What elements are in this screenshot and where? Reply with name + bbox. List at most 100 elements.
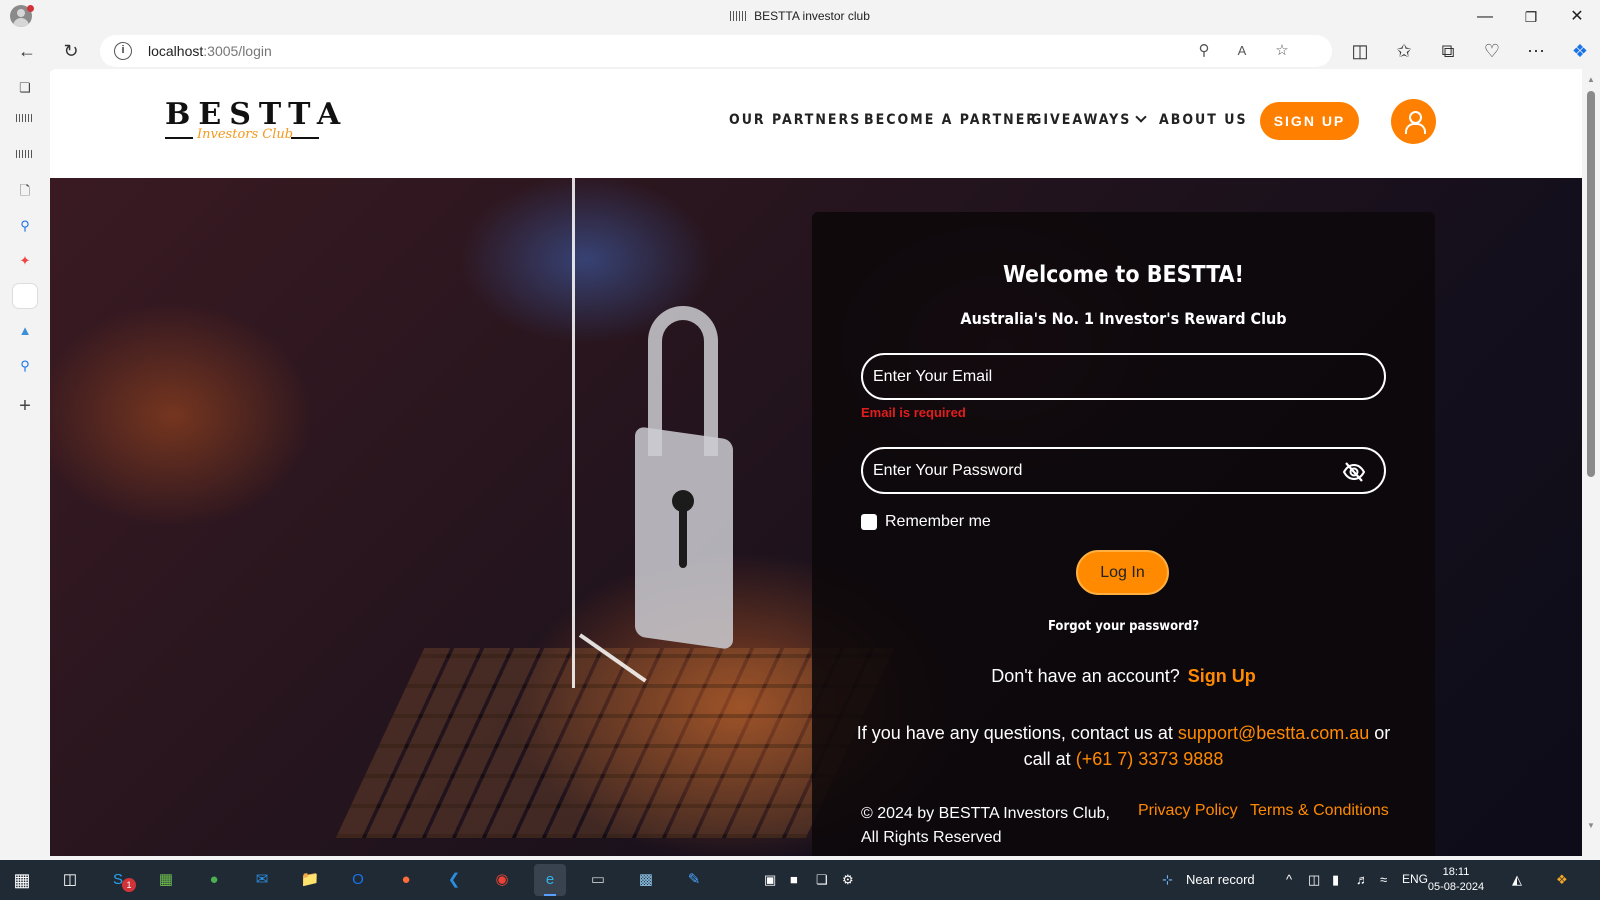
no-account-line: Don't have an account? Sign Up	[812, 666, 1435, 687]
scroll-down-arrow-icon[interactable]: ▼	[1586, 821, 1596, 830]
camera-tray-icon[interactable]: ▣	[764, 872, 776, 888]
tab-figma-icon[interactable]: ✦	[13, 249, 37, 273]
tab-bestta-active-icon[interactable]	[13, 284, 37, 308]
outlook-icon[interactable]: O	[342, 864, 374, 896]
hero-background: Welcome to BESTTA! Australia's No. 1 Inv…	[50, 178, 1582, 856]
new-tab-plus-icon[interactable]: +	[13, 394, 37, 418]
weather-thermometer-icon[interactable]: ⊹	[1162, 872, 1173, 888]
clock-time: 18:11	[1442, 866, 1470, 878]
nav-giveaways-label: GIVEAWAYS	[1031, 112, 1132, 128]
volume-icon[interactable]: ♬	[1356, 872, 1369, 887]
postman-icon[interactable]: ●	[390, 864, 422, 896]
meet-tray-icon[interactable]: ◫	[1308, 872, 1320, 888]
password-key-icon[interactable]: ⚲	[1192, 39, 1216, 63]
nav-become-partner[interactable]: BECOME A PARTNER	[864, 112, 1038, 128]
edge-icon[interactable]: e	[534, 864, 566, 896]
video-tray-icon[interactable]: ■	[790, 872, 798, 887]
email-placeholder: Enter Your Email	[873, 368, 993, 385]
show-hidden-icons-chevron-icon[interactable]: ^	[1286, 872, 1292, 887]
copilot-icon[interactable]: ❖	[1566, 37, 1594, 65]
support-phone-link[interactable]: (+61 7) 3373 9888	[1076, 749, 1224, 769]
sheets-app-icon[interactable]: ▦	[150, 864, 182, 896]
padlock-keyhole-slot	[679, 506, 687, 568]
tab-document-icon[interactable]: 🗋	[13, 179, 37, 203]
logo-rule-right	[291, 137, 319, 139]
notes-app-icon[interactable]: ▩	[630, 864, 662, 896]
terms-link[interactable]: Terms & Conditions	[1250, 802, 1389, 820]
tab-bestta-icon[interactable]	[16, 114, 34, 122]
remember-me-label[interactable]: Remember me	[885, 513, 991, 531]
back-arrow-icon[interactable]: ←	[13, 37, 41, 65]
nav-about-us[interactable]: ABOUT US	[1159, 112, 1248, 128]
url-text[interactable]: localhost:3005/login	[148, 43, 272, 59]
tab-search-icon[interactable]: ⚲	[13, 214, 37, 238]
notifications-icon[interactable]: ◭	[1512, 872, 1522, 888]
tab-app-icon[interactable]: ▲	[13, 319, 37, 343]
more-menu-icon[interactable]: ⋯	[1522, 37, 1550, 65]
nav-giveaways[interactable]: GIVEAWAYS	[1031, 111, 1148, 128]
start-windows-icon[interactable]: ▦	[6, 864, 38, 896]
settings-gear-icon[interactable]: ⚙	[842, 872, 854, 888]
chrome-icon[interactable]: ◉	[486, 864, 518, 896]
browser-toolbar: ← ↻ i localhost:3005/login ⚲ A ☆ ◫ ✩ ⧉ ♡…	[0, 33, 1600, 69]
support-email-link[interactable]: support@bestta.com.au	[1178, 723, 1369, 743]
skype-badge: 1	[122, 878, 136, 892]
mongodb-icon[interactable]: ●	[198, 864, 230, 896]
url-host: localhost	[148, 43, 204, 59]
page-viewport: BESTTA Investors Club OUR PARTNERS BECOM…	[50, 69, 1582, 856]
login-button[interactable]: Log In	[1076, 550, 1169, 595]
address-bar[interactable]: i localhost:3005/login ⚲ A ☆	[100, 35, 1332, 67]
wifi-icon[interactable]: ≈	[1380, 872, 1387, 887]
signup-link[interactable]: Sign Up	[1188, 666, 1256, 686]
user-account-icon[interactable]	[1391, 99, 1436, 144]
site-favicon-icon	[730, 11, 747, 21]
favorites-icon[interactable]: ✩	[1390, 37, 1418, 65]
terminal-icon[interactable]: ▭	[582, 864, 614, 896]
contact-prefix: If you have any questions, contact us at	[856, 723, 1173, 743]
copyright-text: © 2024 by BESTTA Investors Club, All Rig…	[861, 805, 1110, 846]
weather-text[interactable]: Near record	[1186, 872, 1255, 887]
split-screen-icon[interactable]: ◫	[1346, 37, 1374, 65]
remember-me-checkbox[interactable]	[861, 514, 877, 530]
hide-password-eye-icon[interactable]	[1342, 460, 1366, 484]
email-field[interactable]: Enter Your Email	[861, 353, 1386, 400]
favorite-star-icon[interactable]: ☆	[1270, 39, 1294, 63]
scroll-up-arrow-icon[interactable]: ▲	[1586, 75, 1596, 84]
tab-search-2-icon[interactable]: ⚲	[13, 354, 37, 378]
paint-app-icon[interactable]: ✎	[678, 864, 710, 896]
password-placeholder: Enter Your Password	[873, 462, 1023, 479]
vscode-icon[interactable]: ❮	[438, 864, 470, 896]
site-info-icon[interactable]: i	[114, 42, 132, 60]
clock-date: 05-08-2024	[1427, 881, 1485, 893]
forgot-password-text[interactable]: Forgot your password?	[1048, 619, 1199, 634]
page-scrollbar[interactable]: ▲ ▼	[1582, 69, 1600, 856]
browser-titlebar: BESTTA investor club — ❐ ✕	[0, 0, 1600, 33]
login-card: Welcome to BESTTA! Australia's No. 1 Inv…	[812, 212, 1435, 856]
collections-icon[interactable]: ⧉	[1434, 37, 1462, 65]
tab-bestta-2-icon[interactable]	[16, 150, 34, 158]
close-window-button[interactable]: ✕	[1554, 4, 1600, 30]
copilot-taskbar-icon[interactable]: ❖	[1556, 872, 1568, 888]
bestta-logo[interactable]: BESTTA Investors Club	[165, 99, 340, 147]
maximize-button[interactable]: ❐	[1508, 4, 1554, 30]
task-view-icon[interactable]: ◫	[54, 864, 86, 896]
minimize-button[interactable]: —	[1462, 4, 1508, 30]
forgot-password-link[interactable]: Forgot your password?	[812, 619, 1435, 634]
mail-icon[interactable]: ✉	[246, 864, 278, 896]
window-tray-icon[interactable]: ❏	[816, 872, 828, 888]
read-aloud-icon[interactable]: A	[1230, 39, 1254, 63]
header-signup-button[interactable]: SIGN UP	[1260, 102, 1359, 140]
language-indicator[interactable]: ENG	[1402, 872, 1428, 886]
tab-actions-icon[interactable]: ❏	[13, 76, 37, 100]
file-explorer-icon[interactable]: 📁	[294, 864, 326, 896]
browser-essentials-icon[interactable]: ♡	[1478, 37, 1506, 65]
scrollbar-thumb[interactable]	[1587, 91, 1595, 477]
battery-icon[interactable]: ▮	[1332, 872, 1339, 888]
chevron-down-icon	[1135, 111, 1148, 123]
login-title: Welcome to BESTTA!	[1003, 262, 1244, 288]
password-field[interactable]: Enter Your Password	[861, 447, 1386, 494]
refresh-icon[interactable]: ↻	[57, 37, 85, 65]
privacy-policy-link[interactable]: Privacy Policy	[1138, 802, 1238, 820]
clock[interactable]: 18:11 05-08-2024	[1426, 865, 1486, 895]
nav-our-partners[interactable]: OUR PARTNERS	[729, 112, 861, 128]
